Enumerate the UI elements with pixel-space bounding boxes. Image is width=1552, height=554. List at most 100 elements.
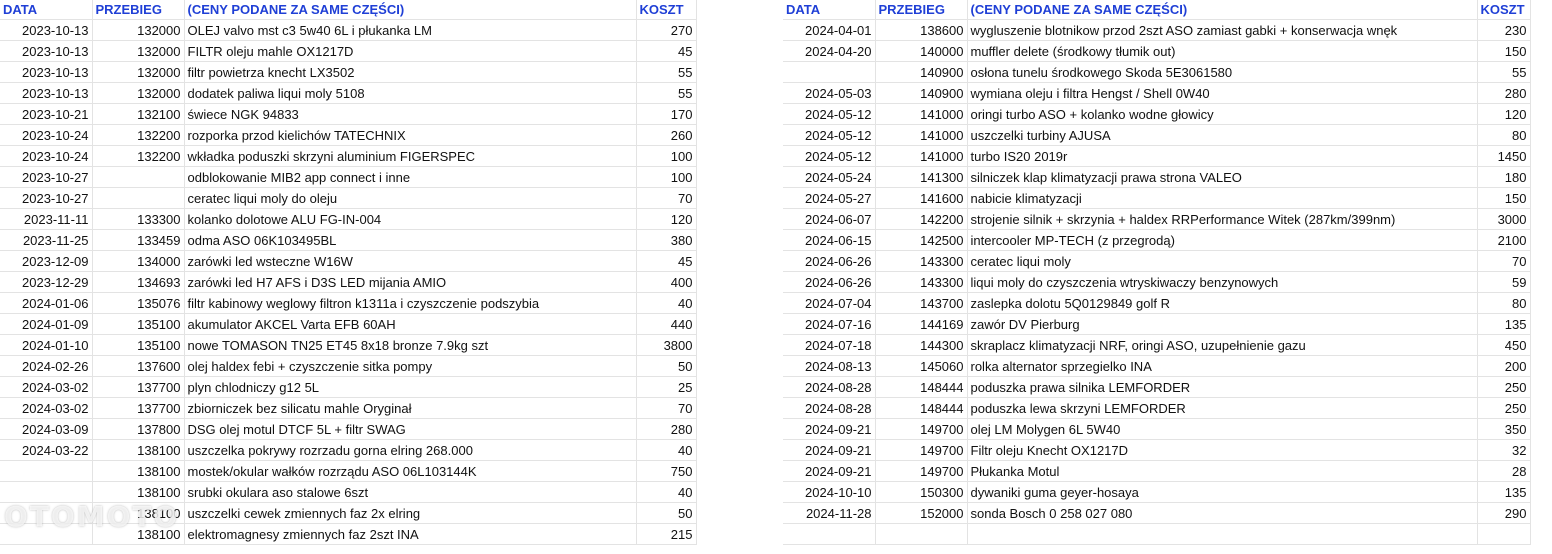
cell-description[interactable]: nowe TOMASON TN25 ET45 8x18 bronze 7.9kg…: [184, 334, 637, 356]
cell-mileage[interactable]: 132000: [92, 82, 185, 104]
cell-description[interactable]: wygluszenie blotnikow przod 2szt ASO zam…: [967, 19, 1478, 41]
cell-description[interactable]: osłona tunelu środkowego Skoda 5E3061580: [967, 61, 1478, 83]
cell-mileage[interactable]: 135076: [92, 292, 185, 314]
cell-cost[interactable]: 40: [636, 481, 697, 503]
cell-description[interactable]: dodatek paliwa liqui moly 5108: [184, 82, 637, 104]
cell-cost[interactable]: 100: [636, 166, 697, 188]
cell-mileage[interactable]: 144169: [875, 313, 968, 335]
cell-mileage[interactable]: 143300: [875, 250, 968, 272]
cell-cost[interactable]: 32: [1477, 439, 1531, 461]
cell-date[interactable]: 2024-01-06: [0, 292, 93, 314]
cell-description[interactable]: OLEJ valvo mst c3 5w40 6L i płukanka LM: [184, 19, 637, 41]
cell-cost[interactable]: 260: [636, 124, 697, 146]
cell-description[interactable]: zaslepka dolotu 5Q0129849 golf R: [967, 292, 1478, 314]
cell-date[interactable]: 2024-05-24: [783, 166, 876, 188]
cell-mileage[interactable]: 149700: [875, 439, 968, 461]
cell-cost[interactable]: 2100: [1477, 229, 1531, 251]
cell-mileage[interactable]: 138100: [92, 439, 185, 461]
cell-mileage[interactable]: 138100: [92, 523, 185, 545]
cell-date[interactable]: [0, 460, 93, 482]
cell-mileage[interactable]: 140000: [875, 40, 968, 62]
cell-description[interactable]: rolka alternator sprzegielko INA: [967, 355, 1478, 377]
cell-description[interactable]: poduszka lewa skrzyni LEMFORDER: [967, 397, 1478, 419]
cell-description[interactable]: uszczelki cewek zmiennych faz 2x elring: [184, 502, 637, 524]
cell-description[interactable]: silniczek klap klimatyzacji prawa strona…: [967, 166, 1478, 188]
cell-date[interactable]: 2023-10-21: [0, 103, 93, 125]
cell-cost[interactable]: 180: [1477, 166, 1531, 188]
cell-description[interactable]: strojenie silnik + skrzynia + haldex RRP…: [967, 208, 1478, 230]
cell-mileage[interactable]: 135100: [92, 334, 185, 356]
cell-cost[interactable]: 750: [636, 460, 697, 482]
cell-date[interactable]: 2023-10-27: [0, 166, 93, 188]
cell-cost[interactable]: 400: [636, 271, 697, 293]
header-cost[interactable]: KOSZT: [636, 0, 697, 20]
cell-cost[interactable]: 55: [1477, 61, 1531, 83]
cell-date[interactable]: 2024-01-09: [0, 313, 93, 335]
cell-date[interactable]: 2023-11-25: [0, 229, 93, 251]
cell-date[interactable]: 2024-04-01: [783, 19, 876, 41]
cell-description[interactable]: filtr powietrza knecht LX3502: [184, 61, 637, 83]
cell-date[interactable]: 2023-10-13: [0, 19, 93, 41]
cell-date[interactable]: 2024-07-18: [783, 334, 876, 356]
cell-date[interactable]: 2024-09-21: [783, 418, 876, 440]
cell-cost[interactable]: 45: [636, 250, 697, 272]
cell-description[interactable]: [967, 523, 1478, 545]
header-description[interactable]: (CENY PODANE ZA SAME CZĘŚCI): [184, 0, 637, 20]
cell-date[interactable]: [0, 502, 93, 524]
cell-date[interactable]: 2024-05-03: [783, 82, 876, 104]
cell-cost[interactable]: 120: [636, 208, 697, 230]
cell-mileage[interactable]: 134693: [92, 271, 185, 293]
cell-cost[interactable]: 270: [636, 19, 697, 41]
cell-description[interactable]: ceratec liqui moly do oleju: [184, 187, 637, 209]
cell-mileage[interactable]: 141600: [875, 187, 968, 209]
cell-mileage[interactable]: 133300: [92, 208, 185, 230]
cell-mileage[interactable]: 137600: [92, 355, 185, 377]
cell-cost[interactable]: [1477, 523, 1531, 545]
cell-description[interactable]: wkładka poduszki skrzyni aluminium FIGER…: [184, 145, 637, 167]
cell-description[interactable]: zbiorniczek bez silicatu mahle Oryginał: [184, 397, 637, 419]
cell-mileage[interactable]: 140900: [875, 82, 968, 104]
cell-cost[interactable]: 50: [636, 355, 697, 377]
cell-description[interactable]: FILTR oleju mahle OX1217D: [184, 40, 637, 62]
cell-cost[interactable]: 3000: [1477, 208, 1531, 230]
header-date[interactable]: DATA: [783, 0, 876, 20]
cell-description[interactable]: liqui moly do czyszczenia wtryskiwaczy b…: [967, 271, 1478, 293]
cell-mileage[interactable]: 142500: [875, 229, 968, 251]
cell-date[interactable]: 2023-10-27: [0, 187, 93, 209]
cell-description[interactable]: skraplacz klimatyzacji NRF, oringi ASO, …: [967, 334, 1478, 356]
cell-date[interactable]: 2024-08-28: [783, 376, 876, 398]
cell-mileage[interactable]: 134000: [92, 250, 185, 272]
cell-date[interactable]: 2024-03-02: [0, 376, 93, 398]
cell-mileage[interactable]: 149700: [875, 460, 968, 482]
cell-description[interactable]: zarówki led H7 AFS i D3S LED mijania AMI…: [184, 271, 637, 293]
cell-date[interactable]: 2023-12-29: [0, 271, 93, 293]
cell-date[interactable]: [0, 481, 93, 503]
cell-mileage[interactable]: 132100: [92, 103, 185, 125]
cell-description[interactable]: świece NGK 94833: [184, 103, 637, 125]
cell-description[interactable]: rozporka przod kielichów TATECHNIX: [184, 124, 637, 146]
cell-date[interactable]: 2023-11-11: [0, 208, 93, 230]
cell-date[interactable]: 2024-03-02: [0, 397, 93, 419]
cell-cost[interactable]: 40: [636, 439, 697, 461]
cell-cost[interactable]: 28: [1477, 460, 1531, 482]
cell-date[interactable]: 2024-02-26: [0, 355, 93, 377]
cell-mileage[interactable]: 138600: [875, 19, 968, 41]
cell-cost[interactable]: 120: [1477, 103, 1531, 125]
cell-cost[interactable]: 350: [1477, 418, 1531, 440]
cell-date[interactable]: 2024-04-20: [783, 40, 876, 62]
cell-cost[interactable]: 250: [1477, 376, 1531, 398]
cell-description[interactable]: uszczelki turbiny AJUSA: [967, 124, 1478, 146]
cell-mileage[interactable]: [92, 187, 185, 209]
cell-cost[interactable]: 250: [1477, 397, 1531, 419]
cell-mileage[interactable]: 141000: [875, 103, 968, 125]
cell-description[interactable]: elektromagnesy zmiennych faz 2szt INA: [184, 523, 637, 545]
cell-mileage[interactable]: 140900: [875, 61, 968, 83]
cell-cost[interactable]: 280: [1477, 82, 1531, 104]
cell-cost[interactable]: 70: [636, 187, 697, 209]
cell-date[interactable]: 2023-10-24: [0, 145, 93, 167]
cell-cost[interactable]: 1450: [1477, 145, 1531, 167]
cell-cost[interactable]: 170: [636, 103, 697, 125]
cell-cost[interactable]: 80: [1477, 124, 1531, 146]
cell-cost[interactable]: 50: [636, 502, 697, 524]
cell-mileage[interactable]: 138100: [92, 502, 185, 524]
